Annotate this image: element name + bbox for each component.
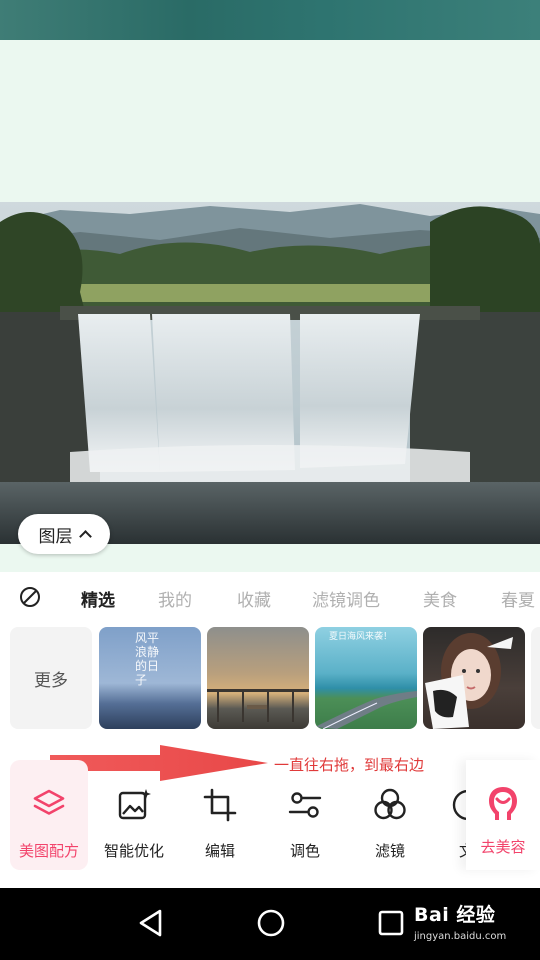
- tool-label: 智能优化: [103, 842, 164, 860]
- magic-image-icon: [118, 789, 151, 820]
- terrace-railing-illustration: [207, 689, 309, 722]
- tool-text[interactable]: 文: [437, 778, 467, 868]
- tool-label: 滤镜: [374, 842, 405, 860]
- layers-icon: [33, 789, 65, 815]
- go-beauty-button[interactable]: 去美容: [466, 760, 540, 870]
- canvas-top-background: [0, 40, 540, 202]
- tool-filter[interactable]: 滤镜: [352, 778, 428, 868]
- filter-thumb-summer-road[interactable]: 夏日海风来袭！: [315, 627, 417, 729]
- text-icon: [452, 789, 467, 821]
- more-filters-button[interactable]: 更多: [10, 627, 92, 729]
- face-beauty-icon: [489, 787, 517, 820]
- tab-mine[interactable]: 我的: [158, 586, 192, 611]
- tab-spring-summer[interactable]: 春夏: [501, 586, 535, 611]
- crop-icon: [203, 788, 237, 822]
- no-filter-icon[interactable]: [19, 586, 41, 608]
- filter-circles-icon: [374, 788, 406, 820]
- thumb-calm-sea-text: 风平浪静的日子: [135, 631, 160, 687]
- baidu-jingyan-watermark: Bai 经验 jingyan.baidu.com: [414, 900, 506, 942]
- filter-thumb-next-partial[interactable]: [531, 627, 540, 729]
- tab-filter-color[interactable]: 滤镜调色: [312, 586, 380, 611]
- tab-favorites[interactable]: 收藏: [237, 586, 271, 611]
- tool-label: 调色: [289, 842, 320, 860]
- tool-smart-optimize[interactable]: 智能优化: [96, 778, 172, 868]
- photo-preview[interactable]: [0, 202, 540, 544]
- tool-label: 美图配方: [18, 842, 79, 860]
- filter-thumb-sunset-terrace[interactable]: [207, 627, 309, 729]
- status-bar: [0, 0, 540, 40]
- back-icon[interactable]: [136, 908, 166, 938]
- tool-adjust-color[interactable]: 调色: [267, 778, 343, 868]
- watermark-url: jingyan.baidu.com: [414, 931, 507, 942]
- chevron-up-icon: [78, 530, 92, 543]
- annotation-note: 一直往右拖，到最右边: [274, 756, 425, 774]
- tab-featured[interactable]: 精选: [81, 586, 115, 611]
- tool-meitu-recipe[interactable]: 美图配方: [11, 778, 87, 868]
- tab-food[interactable]: 美食: [423, 586, 457, 611]
- tool-label: 编辑: [204, 842, 235, 860]
- portrait-illustration: [425, 633, 513, 729]
- watermark-brand: Bai 经验: [414, 904, 496, 926]
- more-filters-label: 更多: [34, 670, 68, 691]
- tool-edit[interactable]: 编辑: [182, 778, 258, 868]
- home-icon[interactable]: [256, 908, 286, 938]
- layer-button-label: 图层: [38, 526, 73, 547]
- filter-thumb-calm-sea[interactable]: 风平浪静的日子: [99, 627, 201, 729]
- summer-road-illustration: [315, 691, 417, 729]
- go-beauty-label: 去美容: [480, 838, 526, 856]
- layer-button[interactable]: 图层: [18, 514, 110, 554]
- filter-thumb-portrait[interactable]: [423, 627, 525, 729]
- sliders-icon: [288, 792, 322, 818]
- recent-apps-icon[interactable]: [378, 910, 404, 936]
